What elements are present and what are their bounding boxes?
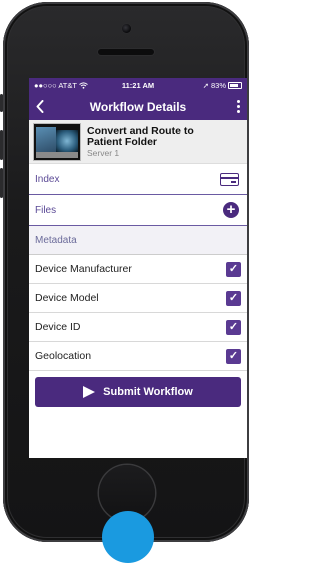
add-file-button[interactable]: + [223,202,239,218]
more-menu-button[interactable] [229,93,247,120]
metadata-section-header: Metadata [29,226,247,255]
submit-label: Submit Workflow [103,386,193,398]
metadata-item[interactable]: Geolocation ✓ [29,342,247,371]
send-icon [83,386,96,398]
workflow-header: Convert and Route to Patient Folder Serv… [29,120,247,164]
workflow-header-text: Convert and Route to Patient Folder Serv… [87,125,194,158]
status-bar: ●●○○○ AT&T 11:21 AM ➚ 83% [29,78,247,93]
device-manufacturer-checkbox[interactable]: ✓ [226,261,241,277]
mute-switch [0,94,3,112]
nav-bar: Workflow Details [29,93,247,120]
plus-circle-icon: + [223,202,239,218]
thumbnail-panel-right [56,129,78,152]
files-row[interactable]: Files + [29,195,247,226]
device-model-checkbox[interactable]: ✓ [226,290,241,306]
files-label: Files [35,204,57,216]
volume-down-button [0,168,3,198]
volume-up-button [0,130,3,160]
metadata-item[interactable]: Device Manufacturer ✓ [29,255,247,284]
workflow-server: Server 1 [87,147,120,158]
metadata-item-label: Device ID [35,321,81,333]
back-button[interactable] [29,93,51,120]
index-icon-wrap [220,172,239,186]
metadata-item-label: Device Manufacturer [35,263,132,275]
thumbnail-panel-left [36,126,56,153]
more-dot [236,105,240,108]
device-id-checkbox[interactable]: ✓ [226,319,241,335]
more-dot [236,110,240,113]
metadata-item-label: Device Model [35,292,99,304]
earpiece-speaker [98,49,154,55]
more-vertical-icon [236,100,240,103]
workflow-thumbnail [33,122,81,161]
page-title: Workflow Details [89,99,187,114]
status-time: 11:21 AM [121,81,155,90]
thumbnail-bar [36,151,78,158]
touch-indicator [102,511,154,563]
card-icon [220,172,239,186]
app-screen: ●●○○○ AT&T 11:21 AM ➚ 83% Workflow Detai… [29,78,247,458]
submit-area: Submit Workflow [29,371,247,413]
metadata-section-label: Metadata [35,234,77,246]
metadata-item[interactable]: Device Model ✓ [29,284,247,313]
index-label: Index [35,173,60,185]
submit-workflow-button[interactable]: Submit Workflow [35,377,241,407]
battery-icon [228,82,242,89]
front-camera [122,24,131,33]
metadata-item-label: Geolocation [35,350,92,362]
geolocation-checkbox[interactable]: ✓ [226,348,241,364]
chevron-left-icon [36,100,44,113]
index-row[interactable]: Index [29,164,247,195]
metadata-item[interactable]: Device ID ✓ [29,313,247,342]
workflow-title-line2: Patient Folder [87,135,158,148]
